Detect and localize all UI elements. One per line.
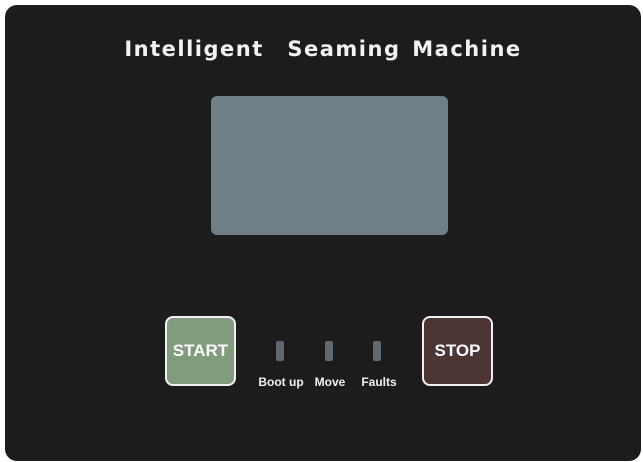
boot-up-label: Boot up xyxy=(258,375,304,389)
machine-title: Intelligent Seaming Machine xyxy=(124,37,522,61)
control-panel: Intelligent Seaming Machine START Boot u… xyxy=(5,5,641,461)
move-label: Move xyxy=(314,375,346,389)
faults-label: Faults xyxy=(361,375,397,389)
faults-indicator-light xyxy=(373,341,381,361)
move-indicator-light xyxy=(325,341,333,361)
display-screen xyxy=(211,96,448,235)
boot-up-indicator-light xyxy=(276,341,284,361)
start-button[interactable]: START xyxy=(165,316,236,386)
stop-button[interactable]: STOP xyxy=(422,316,493,386)
